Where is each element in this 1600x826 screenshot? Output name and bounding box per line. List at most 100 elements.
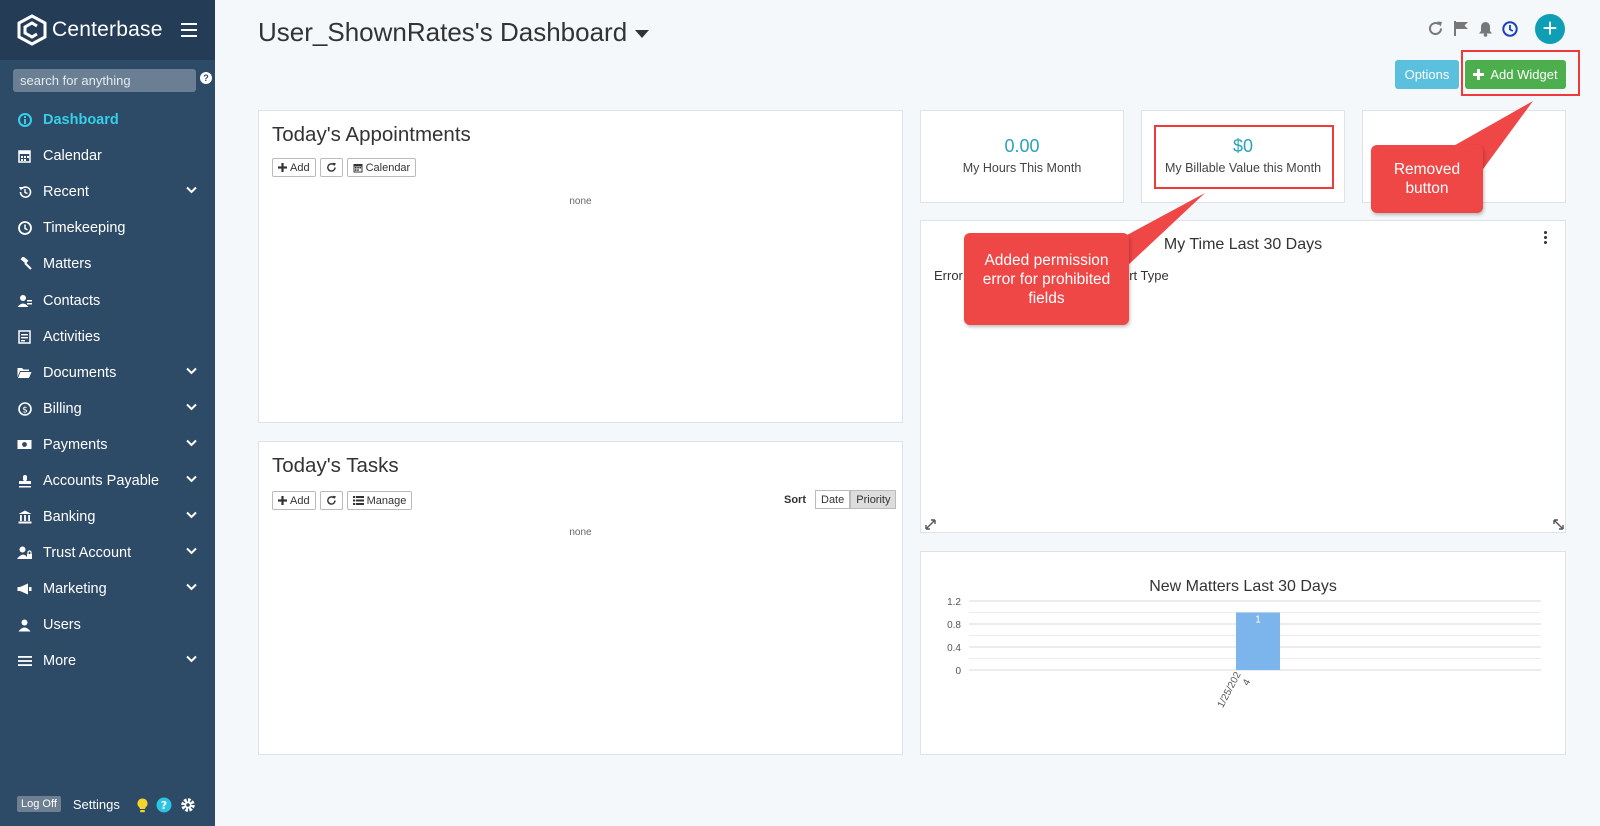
callout-removed-button: Removed button	[1371, 145, 1483, 213]
sidebar-item-dashboard[interactable]: Dashboard	[0, 102, 215, 138]
refresh-tasks-button[interactable]	[319, 491, 343, 510]
sidebar-item-accounts-payable[interactable]: Accounts Payable	[0, 463, 215, 499]
dashboard-title: User_ShownRates's Dashboard	[258, 17, 628, 47]
chevron-down-icon[interactable]	[186, 655, 197, 663]
chevron-down-icon[interactable]	[186, 511, 197, 519]
add-appointment-button[interactable]: Add	[272, 158, 316, 177]
sidebar-item-label: More	[43, 653, 77, 670]
page-title[interactable]: User_ShownRates's Dashboard	[258, 17, 650, 48]
chevron-down-icon[interactable]	[186, 186, 197, 194]
sidebar-item-documents[interactable]: Documents	[0, 355, 215, 391]
timer-clock-icon[interactable]	[1502, 20, 1518, 37]
sort-label: Sort	[784, 494, 806, 506]
history-icon	[17, 185, 32, 200]
centerbase-logo-icon	[17, 14, 47, 46]
sidebar-item-trust-account[interactable]: Trust Account	[0, 535, 215, 571]
add-label: Add	[290, 494, 310, 507]
search-box	[13, 69, 196, 92]
sidebar-item-timekeeping[interactable]: Timekeeping	[0, 210, 215, 246]
sort-toggle: Date Priority	[815, 490, 897, 509]
bell-icon[interactable]	[1478, 21, 1493, 37]
folder-open-icon	[17, 365, 32, 380]
resize-icon[interactable]	[1553, 519, 1564, 530]
sidebar-item-users[interactable]: Users	[0, 607, 215, 643]
sidebar-item-label: Accounts Payable	[43, 472, 160, 489]
plus-icon	[278, 496, 287, 505]
sidebar-item-marketing[interactable]: Marketing	[0, 571, 215, 607]
sidebar-item-payments[interactable]: Payments	[0, 427, 215, 463]
quick-add-button[interactable]: +	[1535, 14, 1565, 44]
x-tick-label: 4	[1241, 677, 1254, 687]
sort-priority-button[interactable]: Priority	[850, 490, 897, 509]
clock-icon	[17, 221, 32, 236]
tasks-toolbar: Add Manage	[272, 491, 413, 510]
sidebar-item-label: Trust Account	[43, 545, 132, 562]
sidebar-item-matters[interactable]: Matters	[0, 246, 215, 282]
sidebar-item-billing[interactable]: $ Billing	[0, 391, 215, 427]
gavel-icon	[17, 257, 32, 272]
search-help-icon[interactable]: ?	[200, 72, 212, 84]
sidebar-item-more[interactable]: More	[0, 643, 215, 679]
chevron-down-icon[interactable]	[186, 367, 197, 375]
flag-icon[interactable]	[1453, 20, 1469, 37]
add-task-button[interactable]: Add	[272, 491, 316, 510]
calendar-button[interactable]: Calendar	[346, 158, 417, 177]
tasks-empty-text: none	[569, 527, 592, 538]
y-tick-label: 0.4	[947, 643, 961, 654]
sidebar-nav: Dashboard Calendar Recent Timekeeping Ma…	[0, 102, 215, 680]
refresh-icon	[326, 162, 336, 172]
y-tick-label: 0	[955, 666, 961, 677]
manage-tasks-button[interactable]: Manage	[346, 491, 413, 510]
callout-permission-error: Added permission error for prohibited fi…	[964, 233, 1129, 325]
settings-link[interactable]: Settings	[73, 797, 120, 812]
tasks-title: Today's Tasks	[272, 454, 399, 477]
appointments-toolbar: Add Calendar	[272, 158, 417, 177]
help-circle-icon[interactable]: ?	[156, 797, 172, 813]
x-tick-label: 1/25/202	[1216, 670, 1244, 710]
appointments-panel: Today's Appointments Add Calendar none	[258, 110, 903, 423]
chevron-down-icon[interactable]	[186, 403, 197, 411]
highlight-box-billable	[1154, 125, 1334, 189]
add-label: Add	[290, 161, 310, 174]
more-options-icon[interactable]	[1544, 231, 1547, 244]
refresh-icon	[326, 495, 336, 505]
sidebar-item-contacts[interactable]: Contacts	[0, 282, 215, 318]
dollar-circle-icon: $	[17, 401, 32, 416]
refresh-icon[interactable]	[1427, 20, 1444, 37]
stamp-icon	[17, 473, 32, 488]
sidebar-item-label: Activities	[43, 328, 101, 345]
bank-icon	[17, 510, 32, 525]
sort-date-button[interactable]: Date	[815, 490, 851, 509]
calendar-icon	[353, 163, 363, 172]
brand-name: Centerbase	[52, 18, 163, 41]
sidebar-item-activities[interactable]: Activities	[0, 319, 215, 355]
sidebar-item-recent[interactable]: Recent	[0, 174, 215, 210]
chevron-down-icon[interactable]	[186, 547, 197, 555]
sidebar-item-label: Calendar	[43, 148, 102, 165]
sidebar-item-label: Dashboard	[43, 112, 119, 129]
lightbulb-icon[interactable]	[137, 798, 148, 813]
gear-icon[interactable]	[180, 797, 196, 813]
info-circle-icon	[17, 113, 32, 128]
sidebar-item-label: Recent	[43, 184, 89, 201]
chevron-down-icon[interactable]	[186, 439, 197, 447]
appointments-empty-text: none	[569, 196, 592, 207]
sidebar-item-calendar[interactable]: Calendar	[0, 138, 215, 174]
chevron-down-icon[interactable]	[186, 583, 197, 591]
sidebar-item-banking[interactable]: Banking	[0, 499, 215, 535]
chevron-down-icon[interactable]	[186, 475, 197, 483]
hours-label: My Hours This Month	[962, 161, 1082, 175]
log-off-button[interactable]: Log Off	[17, 796, 61, 812]
caret-down-icon[interactable]	[635, 29, 650, 38]
refresh-appointments-button[interactable]	[319, 158, 343, 177]
chart-error-suffix: art Type	[1122, 268, 1169, 283]
sidebar-item-label: Timekeeping	[43, 220, 126, 237]
search-input[interactable]	[13, 69, 196, 92]
menu-toggle-icon[interactable]	[181, 23, 197, 37]
expand-icon[interactable]	[925, 519, 936, 530]
bullhorn-icon	[17, 582, 32, 597]
user-icon	[17, 618, 32, 633]
sidebar-item-label: Users	[43, 617, 81, 634]
activities-icon	[17, 329, 32, 344]
options-button[interactable]: Options	[1395, 60, 1459, 89]
